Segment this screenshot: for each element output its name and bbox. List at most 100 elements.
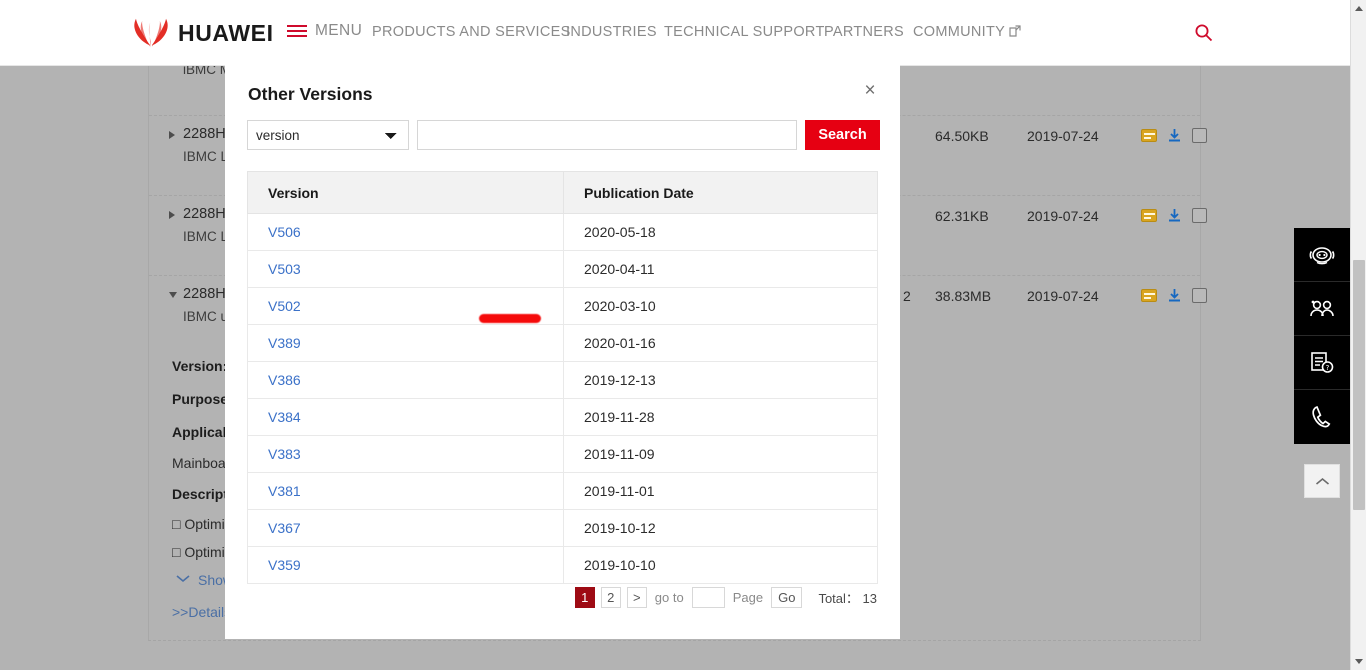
date-cell: 2020-01-16: [563, 324, 878, 362]
scroll-up-arrow-icon[interactable]: [1351, 0, 1366, 17]
expand-arrow-icon[interactable]: [169, 131, 175, 139]
versions-table: Version Publication Date V506 2020-05-18 …: [247, 171, 878, 584]
version-link[interactable]: V503: [268, 261, 301, 277]
menu-label: MENU: [315, 22, 363, 39]
version-cell[interactable]: V384: [247, 398, 564, 436]
note-icon[interactable]: [1141, 289, 1157, 302]
total-value: 13: [862, 591, 877, 606]
version-link[interactable]: V506: [268, 224, 301, 240]
table-row[interactable]: V389 2020-01-16: [247, 324, 878, 362]
red-marker-annotation: [479, 314, 541, 323]
row-actions[interactable]: [1141, 208, 1207, 223]
version-link[interactable]: V359: [268, 557, 301, 573]
detail-purpose-label: Purpose: [172, 391, 229, 407]
search-icon[interactable]: [1194, 23, 1214, 43]
version-field-select[interactable]: version: [247, 120, 409, 150]
nav-technical-support[interactable]: TECHNICAL SUPPORT: [664, 24, 825, 40]
row-checkbox[interactable]: [1192, 128, 1207, 143]
search-button[interactable]: Search: [805, 120, 880, 150]
download-icon[interactable]: [1167, 128, 1182, 143]
table-row[interactable]: V381 2019-11-01: [247, 472, 878, 510]
nav-partners[interactable]: PARTNERS: [824, 24, 904, 40]
detail-mainboard-text: Mainboa: [172, 455, 226, 471]
version-cell[interactable]: V359: [247, 546, 564, 584]
version-cell[interactable]: V367: [247, 509, 564, 547]
faq-document-icon: ?: [1311, 351, 1334, 373]
goto-label: go to: [654, 590, 684, 605]
version-link[interactable]: V502: [268, 298, 301, 314]
version-link[interactable]: V367: [268, 520, 301, 536]
table-row[interactable]: V383 2019-11-09: [247, 435, 878, 473]
download-icon[interactable]: [1167, 288, 1182, 303]
row-actions[interactable]: [1141, 288, 1207, 303]
row-actions[interactable]: [1141, 128, 1207, 143]
detail-bullet-1: □ Optimi: [172, 516, 225, 532]
table-row[interactable]: V367 2019-10-12: [247, 509, 878, 547]
external-link-icon: [1009, 25, 1021, 37]
goto-page-input[interactable]: [691, 587, 725, 608]
next-page-button[interactable]: >: [626, 587, 647, 608]
total-count: Total： 13: [818, 588, 877, 607]
floating-service-rail: ?: [1294, 228, 1350, 444]
total-label: Total：: [818, 591, 859, 606]
huawei-logo[interactable]: HUAWEI: [133, 18, 274, 48]
nav-products-and-services[interactable]: PRODUCTS AND SERVICES: [372, 24, 571, 40]
page-1-button[interactable]: 1: [574, 587, 595, 608]
back-to-top-button[interactable]: [1304, 464, 1340, 498]
collapse-arrow-icon[interactable]: [169, 292, 177, 298]
menu-button[interactable]: MENU: [287, 22, 362, 40]
row-filesize: 64.50KB: [935, 128, 989, 144]
rail-phone[interactable]: [1294, 390, 1350, 444]
detail-details-link[interactable]: >>Details: [172, 604, 231, 620]
scrollbar-thumb[interactable]: [1353, 260, 1365, 510]
version-link[interactable]: V381: [268, 483, 301, 499]
version-link[interactable]: V383: [268, 446, 301, 462]
go-button[interactable]: Go: [771, 587, 803, 608]
table-row[interactable]: V502 2020-03-10: [247, 287, 878, 325]
version-cell[interactable]: V381: [247, 472, 564, 510]
chevron-down-icon[interactable]: [176, 574, 190, 584]
scroll-down-arrow-icon[interactable]: [1351, 653, 1366, 670]
hamburger-icon: [287, 25, 307, 37]
table-header-row: Version Publication Date: [247, 171, 878, 214]
version-cell[interactable]: V383: [247, 435, 564, 473]
table-row[interactable]: V503 2020-04-11: [247, 250, 878, 288]
community-icon: [1310, 300, 1334, 316]
download-icon[interactable]: [1167, 208, 1182, 223]
rail-chatbot[interactable]: [1294, 228, 1350, 282]
close-icon[interactable]: ×: [859, 79, 881, 101]
date-cell: 2019-10-12: [563, 509, 878, 547]
page-2-button[interactable]: 2: [600, 587, 621, 608]
version-cell[interactable]: V386: [247, 361, 564, 399]
note-icon[interactable]: [1141, 129, 1157, 142]
row-date: 2019-07-24: [1027, 288, 1099, 304]
version-cell[interactable]: V503: [247, 250, 564, 288]
row-checkbox[interactable]: [1192, 288, 1207, 303]
chevron-up-icon: [1315, 477, 1329, 485]
svg-text:?: ?: [1326, 364, 1330, 372]
version-link[interactable]: V386: [268, 372, 301, 388]
browser-scrollbar[interactable]: [1350, 0, 1366, 670]
table-row[interactable]: V359 2019-10-10: [247, 546, 878, 584]
note-icon[interactable]: [1141, 209, 1157, 222]
column-header-publication-date: Publication Date: [563, 171, 878, 214]
row-title: 2288H: [183, 286, 226, 302]
version-cell[interactable]: V506: [247, 213, 564, 251]
date-cell: 2019-11-01: [563, 472, 878, 510]
table-row[interactable]: V506 2020-05-18: [247, 213, 878, 251]
nav-industries[interactable]: INDUSTRIES: [566, 24, 657, 40]
search-keyword-input[interactable]: [417, 120, 797, 150]
rail-community[interactable]: [1294, 282, 1350, 336]
version-link[interactable]: V384: [268, 409, 301, 425]
version-link[interactable]: V389: [268, 335, 301, 351]
nav-community[interactable]: COMMUNITY: [913, 24, 1021, 40]
expand-arrow-icon[interactable]: [169, 211, 175, 219]
rail-faq[interactable]: ?: [1294, 336, 1350, 390]
row-filesize: 62.31KB: [935, 208, 989, 224]
version-cell[interactable]: V389: [247, 324, 564, 362]
row-checkbox[interactable]: [1192, 208, 1207, 223]
table-row[interactable]: V384 2019-11-28: [247, 398, 878, 436]
modal-title: Other Versions: [248, 84, 373, 104]
table-row[interactable]: V386 2019-12-13: [247, 361, 878, 399]
huawei-logo-icon: [134, 18, 168, 48]
